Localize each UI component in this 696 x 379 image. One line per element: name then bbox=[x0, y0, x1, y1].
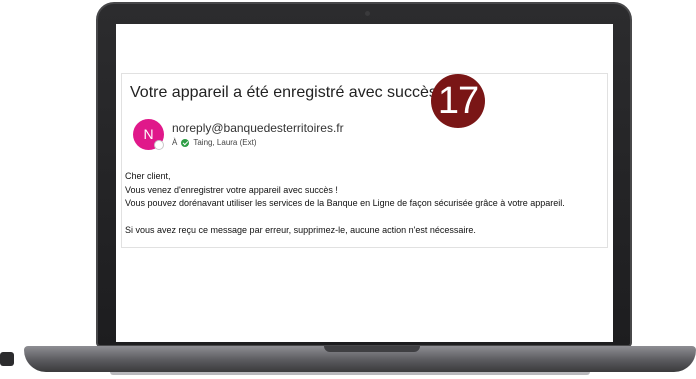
presence-status-icon bbox=[154, 140, 164, 150]
to-label: À bbox=[172, 138, 178, 147]
sender-address[interactable]: noreply@banquedesterritoires.fr bbox=[172, 121, 344, 135]
email-subject: Votre appareil a été enregistré avec suc… bbox=[130, 84, 437, 101]
laptop-lid: Votre appareil a été enregistré avec suc… bbox=[96, 2, 632, 347]
email-body: Cher client, Vous venez d'enregistrer vo… bbox=[125, 170, 565, 237]
step-number-badge: 17 bbox=[431, 74, 485, 128]
email-message: Votre appareil a été enregistré avec suc… bbox=[121, 73, 608, 248]
laptop-screen: Votre appareil a été enregistré avec suc… bbox=[116, 24, 613, 342]
email-body-line: Vous pouvez dorénavant utiliser les serv… bbox=[125, 198, 565, 208]
laptop-base bbox=[24, 346, 696, 372]
recipient-name[interactable]: Taing, Laura (Ext) bbox=[193, 138, 256, 147]
camera-icon bbox=[365, 11, 370, 16]
email-body-line: Vous venez d'enregistrer votre appareil … bbox=[125, 184, 338, 195]
email-greeting: Cher client, bbox=[125, 171, 171, 181]
laptop-edge-fragment bbox=[0, 352, 14, 366]
verified-check-icon bbox=[181, 138, 190, 147]
laptop-base-foot bbox=[110, 372, 590, 375]
recipient-row: À Taing, Laura (Ext) bbox=[172, 138, 256, 147]
laptop-opening-notch bbox=[324, 346, 420, 352]
email-body-line: Si vous avez reçu ce message par erreur,… bbox=[125, 224, 476, 235]
